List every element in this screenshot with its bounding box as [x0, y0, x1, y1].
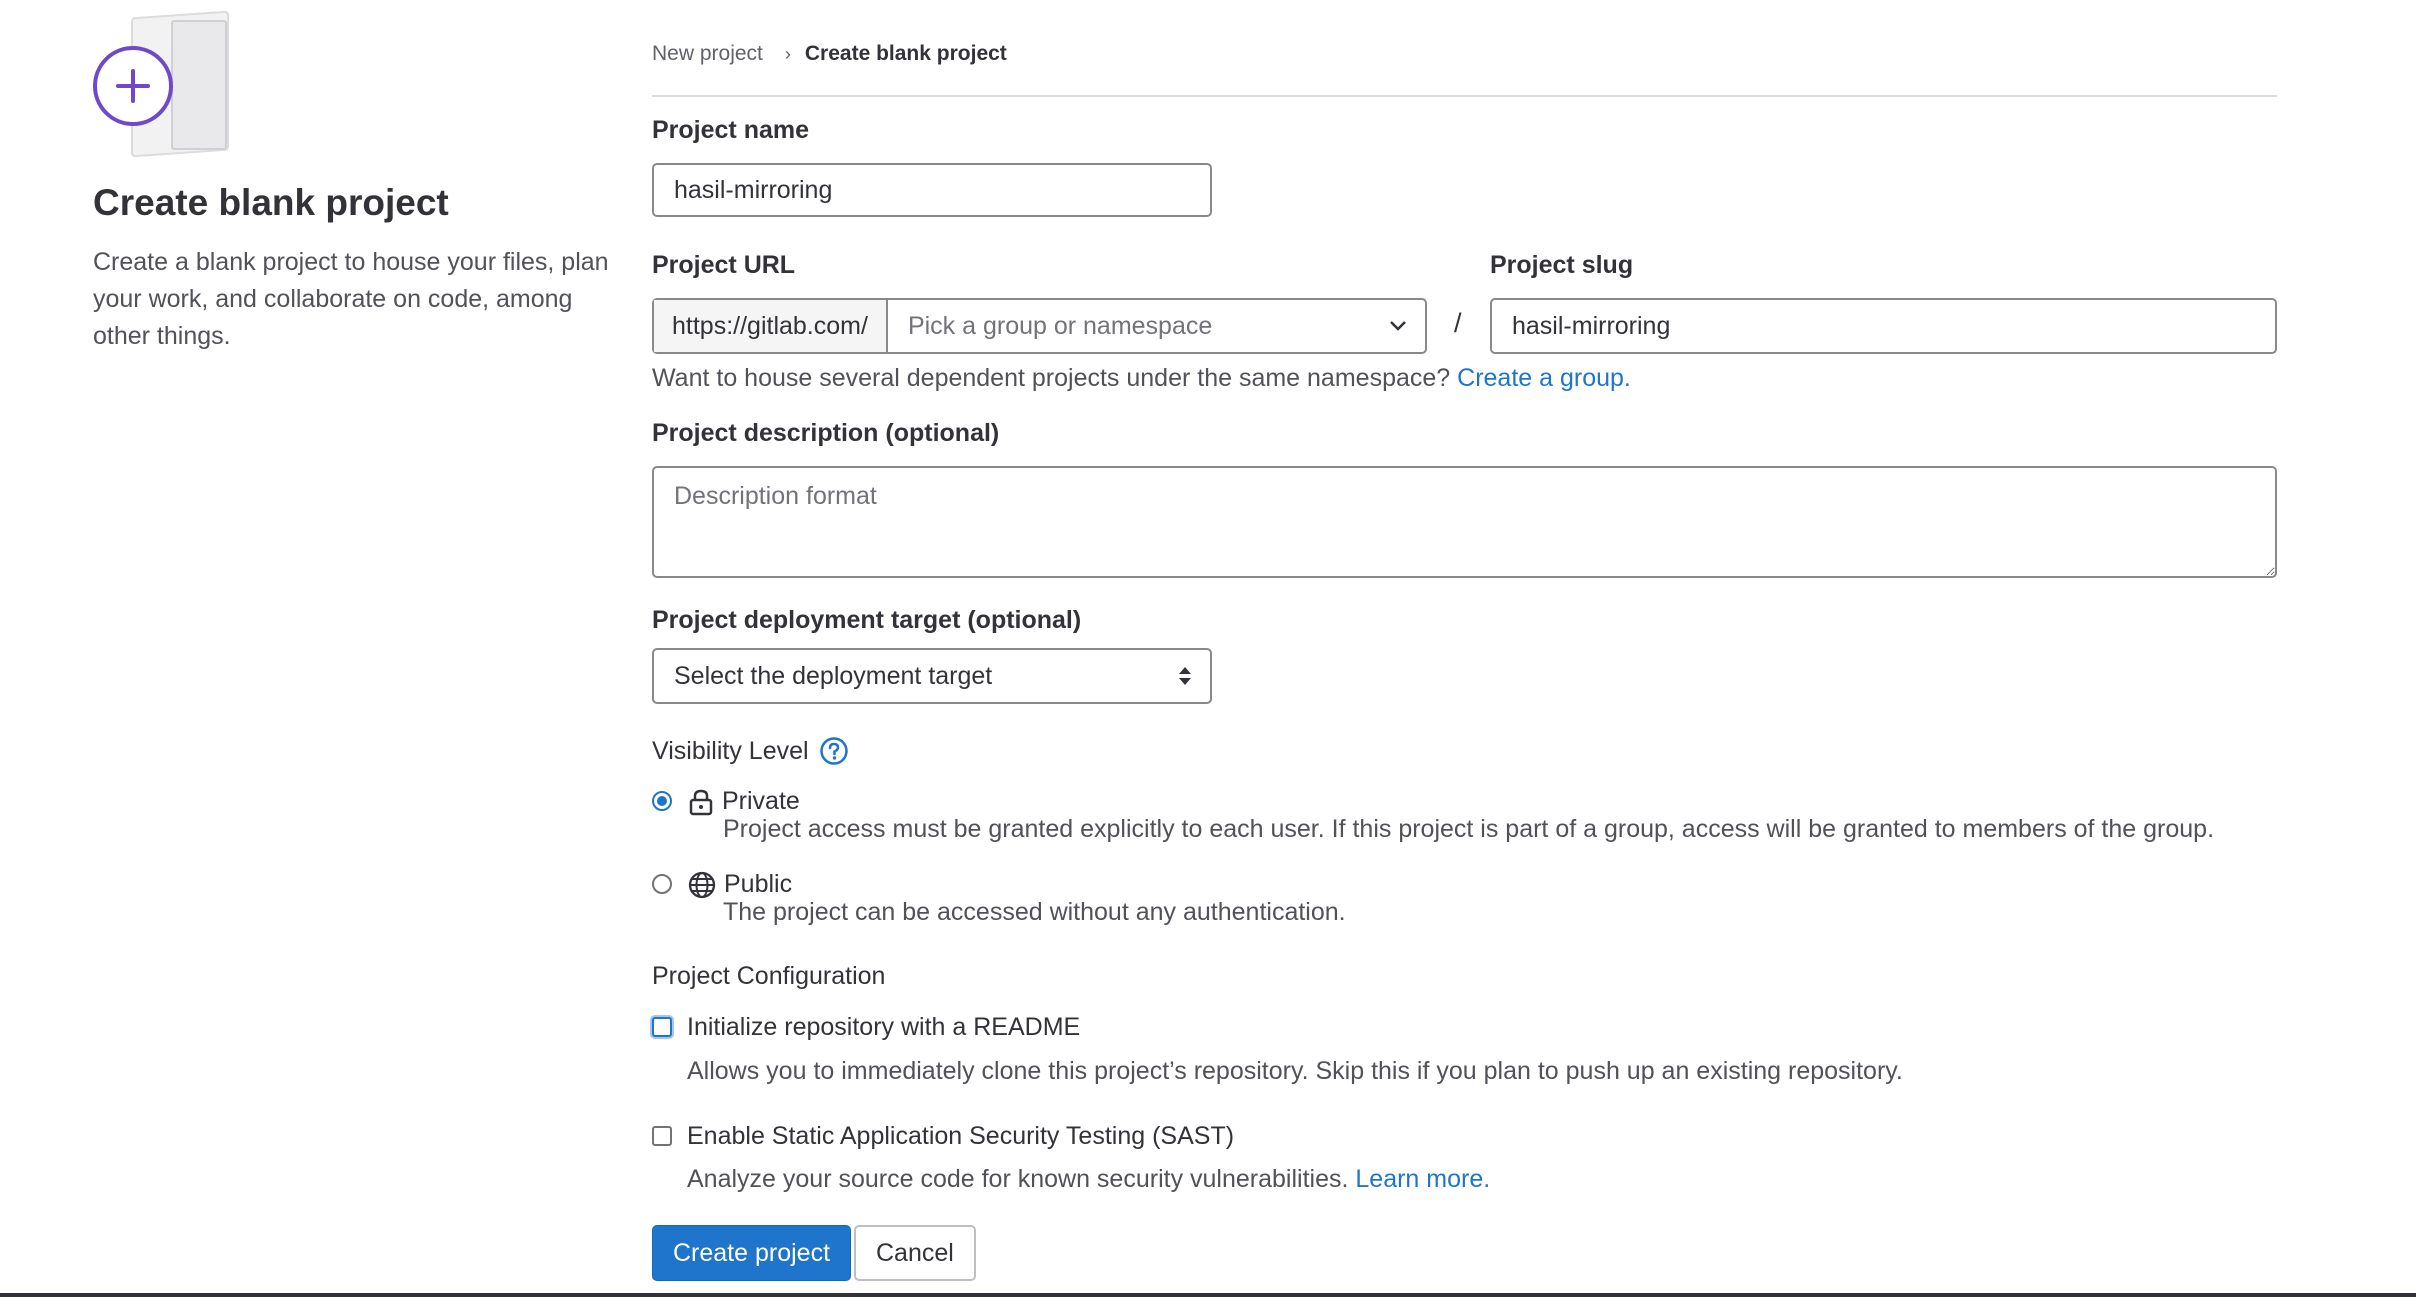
- namespace-placeholder: Pick a group or namespace: [907, 311, 1213, 340]
- readme-checkbox[interactable]: [652, 1017, 672, 1037]
- visibility-public-description: The project can be accessed without any …: [723, 898, 1346, 926]
- project-url-label: Project URL: [652, 251, 796, 279]
- visibility-private-description: Project access must be granted explicitl…: [723, 815, 2215, 843]
- learn-more-link[interactable]: Learn more.: [1355, 1165, 1490, 1193]
- breadcrumb-new-project[interactable]: New project: [652, 42, 763, 66]
- readme-checkbox-label[interactable]: Initialize repository with a README: [687, 1013, 1080, 1042]
- project-name-input[interactable]: hasil-mirroring: [652, 163, 1212, 217]
- illustration-page-back: [171, 20, 227, 150]
- breadcrumb-current: Create blank project: [804, 42, 1007, 65]
- description-label: Project description (optional): [652, 419, 1000, 447]
- create-group-link[interactable]: Create a group.: [1457, 364, 1631, 392]
- project-configuration-label: Project Configuration: [652, 962, 886, 990]
- project-name-label: Project name: [652, 116, 810, 144]
- description-textarea[interactable]: [652, 466, 2277, 578]
- visibility-public-title: Public: [724, 870, 793, 898]
- project-url-group: https://gitlab.com/ Pick a group or name…: [652, 298, 1427, 354]
- readme-description: Allows you to immediately clone this pro…: [687, 1057, 1903, 1085]
- lock-icon: [689, 789, 713, 815]
- sort-arrows-icon: [1179, 667, 1191, 685]
- bottom-border: [0, 1293, 2416, 1297]
- divider: [652, 95, 2277, 97]
- blank-project-illustration: [93, 10, 238, 158]
- visibility-public-radio[interactable]: [652, 874, 672, 894]
- globe-icon: [688, 871, 716, 898]
- visibility-public-option[interactable]: Public: [688, 870, 792, 899]
- sast-description-text: Analyze your source code for known secur…: [687, 1165, 1349, 1193]
- cancel-button[interactable]: Cancel: [854, 1225, 976, 1281]
- visibility-level-label: Visibility Level: [652, 736, 849, 766]
- deployment-label: Project deployment target (optional): [652, 606, 1082, 634]
- sast-checkbox[interactable]: [652, 1126, 672, 1146]
- sidebar-panel: Create blank project Create a blank proj…: [93, 10, 613, 355]
- namespace-help-message: Want to house several dependent projects…: [652, 364, 1451, 392]
- create-project-button[interactable]: Create project: [652, 1225, 852, 1281]
- chevron-right-icon: ›: [784, 43, 791, 64]
- sast-description: Analyze your source code for known secur…: [687, 1165, 1490, 1194]
- chevron-down-icon: [1390, 321, 1406, 331]
- visibility-private-radio[interactable]: [652, 791, 672, 811]
- deployment-select-value: Select the deployment target: [674, 661, 993, 690]
- breadcrumb: New project › Create blank project: [652, 42, 1007, 66]
- url-slash: /: [1454, 308, 1462, 338]
- project-slug-label: Project slug: [1490, 251, 1634, 279]
- visibility-private-title: Private: [722, 787, 800, 815]
- plus-circle-icon: [93, 46, 173, 126]
- visibility-level-text: Visibility Level: [652, 736, 809, 765]
- url-prefix: https://gitlab.com/: [654, 300, 888, 352]
- sast-checkbox-label[interactable]: Enable Static Application Security Testi…: [687, 1122, 1234, 1151]
- deployment-target-select[interactable]: Select the deployment target: [652, 648, 1212, 704]
- page-description: Create a blank project to house your fil…: [93, 248, 609, 350]
- namespace-dropdown[interactable]: Pick a group or namespace: [888, 300, 1425, 352]
- visibility-private-option[interactable]: Private: [688, 787, 800, 816]
- project-slug-input[interactable]: hasil-mirroring: [1490, 298, 2277, 354]
- namespace-help-text: Want to house several dependent projects…: [652, 364, 1631, 393]
- page-title: Create blank project: [93, 182, 449, 223]
- question-circle-icon[interactable]: [819, 736, 849, 766]
